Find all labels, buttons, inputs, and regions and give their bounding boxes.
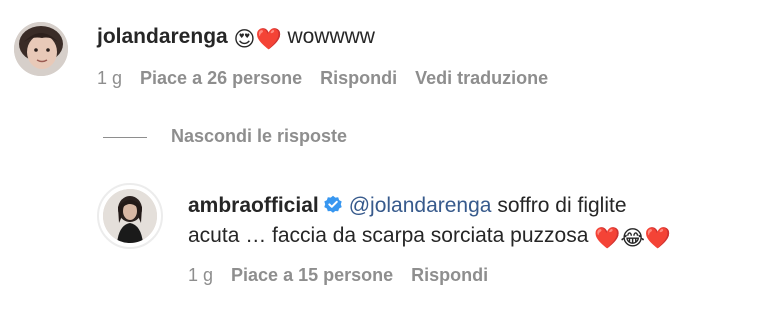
hide-replies-label: Nascondi le risposte: [171, 126, 348, 146]
comment-likes-link[interactable]: Piace a 26 persone: [140, 68, 302, 88]
hide-replies-button[interactable]: Nascondi le risposte: [103, 124, 347, 148]
reply-username[interactable]: ambraofficial: [188, 194, 319, 217]
comment-timestamp[interactable]: 1 g: [97, 68, 122, 88]
avatar[interactable]: [14, 22, 68, 76]
replies-divider: [103, 136, 147, 138]
reply-timestamp[interactable]: 1 g: [188, 265, 213, 285]
reply-mention-link[interactable]: @jolandarenga: [349, 194, 492, 217]
comment-text: wowwww: [287, 25, 375, 48]
comment-username[interactable]: jolandarenga: [97, 25, 228, 48]
reply-likes-link[interactable]: Piace a 15 persone: [231, 265, 393, 285]
avatar-photo: [14, 22, 68, 76]
reply-body-line1: ambraofficial @jolandarenga soffro di fi…: [188, 192, 627, 220]
comment-emojis: 😍❤️: [233, 28, 282, 51]
reply-reply-button[interactable]: Rispondi: [411, 265, 488, 285]
avatar-photo: [103, 189, 157, 243]
reply-emojis: ❤️😂❤️: [594, 227, 672, 250]
reply-meta: 1 g Piace a 15 persone Rispondi: [188, 263, 488, 287]
reply-text-line2: acuta … faccia da scarpa sorciata puzzos…: [188, 224, 589, 247]
comment-meta: 1 g Piace a 26 persone Rispondi Vedi traduz…: [97, 66, 548, 90]
reply-avatar[interactable]: [97, 183, 163, 249]
comment-reply-button[interactable]: Rispondi: [320, 68, 397, 88]
verified-badge-icon: [324, 195, 342, 213]
reply-body-line2: acuta … faccia da scarpa sorciata puzzos…: [188, 222, 671, 253]
reply-text-line1: soffro di figlite: [497, 194, 627, 217]
comment-body: jolandarenga 😍❤️ wowwww: [97, 23, 375, 54]
translate-button[interactable]: Vedi traduzione: [415, 68, 548, 88]
